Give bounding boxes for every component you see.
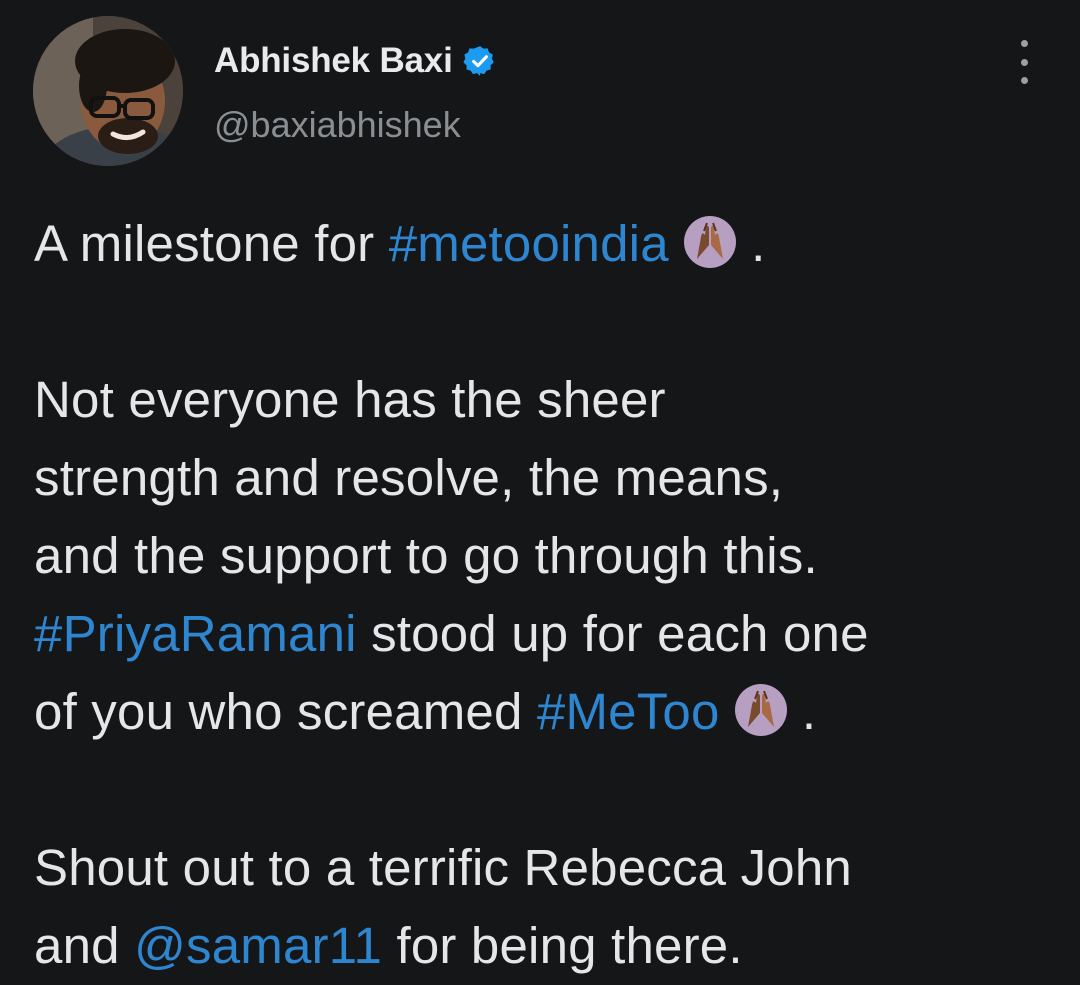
mention-link[interactable]: @samar11 [134,917,382,974]
tweet-line: and @samar11 for being there. [34,907,1064,985]
tweet-card: Abhishek Baxi @baxiabhishek A milestone … [0,0,1080,982]
tweet-text: A milestone for #metooindia . Not everyo… [34,205,1064,985]
tweet-text-segment: for being there. [382,917,743,974]
menu-dot [1020,40,1028,47]
avatar[interactable] [33,16,183,166]
menu-dot [1020,58,1028,66]
raising-hands-emoji-icon [683,213,737,268]
tweet-text-segment: stood up for each one [356,605,869,662]
avatar-photo [33,16,183,166]
author-display-name[interactable]: Abhishek Baxi [214,41,453,81]
tweet-text-segment: A milestone for [34,215,389,272]
tweet-text-segment: . [787,683,817,740]
tweet-line: Not everyone has the sheer [34,371,666,428]
tweet-text-segment: . [736,215,766,272]
hashtag-link[interactable]: #metooindia [389,215,669,272]
tweet-line: A milestone for #metooindia . [34,205,1064,283]
author-handle[interactable]: @baxiabhishek [214,104,461,146]
tweet-line: strength and resolve, the means, [34,449,784,506]
hashtag-link[interactable]: #MeToo [537,683,720,740]
author-name-row: Abhishek Baxi [214,36,497,86]
raising-hands-emoji-icon [734,681,788,736]
more-vertical-icon[interactable] [1006,40,1042,84]
hashtag-link[interactable]: #PriyaRamani [34,605,357,662]
tweet-line: and the support to go through this. [34,527,818,584]
tweet-text-segment: of you who screamed [34,683,537,740]
tweet-line: #PriyaRamani stood up for each one [34,595,1064,673]
verified-badge-icon [463,44,497,78]
menu-dot [1020,77,1028,84]
tweet-text-segment: and [34,917,135,974]
tweet-line: Shout out to a terrific Rebecca John [34,839,852,896]
tweet-line: of you who screamed #MeToo . [34,673,1064,751]
